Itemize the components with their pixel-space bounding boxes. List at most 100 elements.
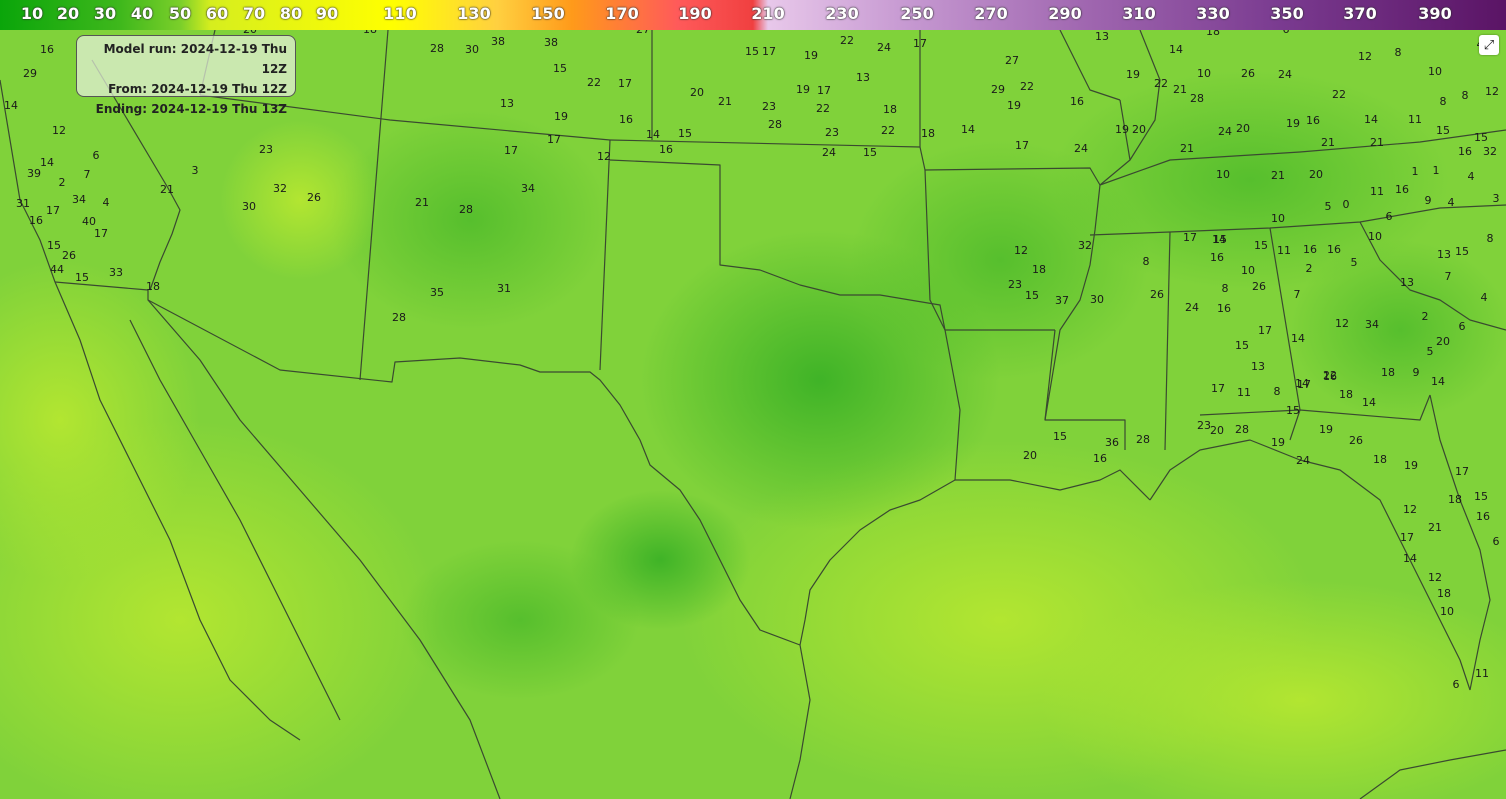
station-value-label: 13 <box>500 97 514 110</box>
station-value-label: 32 <box>273 182 287 195</box>
station-value-label: 18 <box>363 30 377 36</box>
scale-tick-label: 390 <box>1418 4 1452 23</box>
station-value-label: 34 <box>72 193 86 206</box>
from-text: From: 2024-12-19 Thu 12Z <box>108 82 287 96</box>
scale-tick-label: 150 <box>531 4 565 23</box>
station-value-label: 26 <box>1150 288 1164 301</box>
station-value-label: 7 <box>1294 288 1301 301</box>
station-value-label: 4 <box>103 196 110 209</box>
station-value-label: 10 <box>1428 65 1442 78</box>
station-value-label: 15 <box>1286 404 1300 417</box>
station-value-label: 14 <box>1431 375 1445 388</box>
station-value-label: 24 <box>877 41 891 54</box>
station-value-label: 29 <box>991 83 1005 96</box>
station-value-label: 2 <box>1422 310 1429 323</box>
station-value-label: 17 <box>1258 324 1272 337</box>
station-value-label: 22 <box>1332 88 1346 101</box>
station-value-label: 24 <box>1278 68 1292 81</box>
station-value-label: 19 <box>1319 423 1333 436</box>
station-value-label: 12 <box>1335 317 1349 330</box>
station-value-label: 2 <box>59 176 66 189</box>
station-value-label: 23 <box>825 126 839 139</box>
scale-tick-label: 50 <box>168 4 192 23</box>
station-value-label: 6 <box>93 149 100 162</box>
station-value-label: 17 <box>94 227 108 240</box>
station-value-label: 16 <box>1303 243 1317 256</box>
station-value-label: 20 <box>1210 424 1224 437</box>
station-value-label: 11 <box>1237 386 1251 399</box>
station-value-label: 13 <box>1400 276 1414 289</box>
station-value-label: 21 <box>718 95 732 108</box>
scale-tick-label: 310 <box>1122 4 1156 23</box>
station-value-label: 22 <box>816 102 830 115</box>
station-value-label: 24 <box>1296 454 1310 467</box>
scale-tick-label: 30 <box>93 4 117 23</box>
station-value-label: 3 <box>1493 192 1500 205</box>
scale-tick-label: 10 <box>20 4 44 23</box>
station-value-label: 16 <box>1217 302 1231 315</box>
station-value-label: 17 <box>1183 231 1197 244</box>
station-value-label: 12 <box>1358 50 1372 63</box>
station-value-label: 5 <box>1325 200 1332 213</box>
scale-tick-label: 110 <box>383 4 417 23</box>
station-value-label: 12 <box>1403 503 1417 516</box>
station-value-label: 17 <box>1400 531 1414 544</box>
station-value-label: 14 <box>1295 377 1309 390</box>
station-value-label: 17 <box>762 45 776 58</box>
station-value-label: 17 <box>547 133 561 146</box>
station-value-label: 15 <box>1213 233 1227 246</box>
station-value-label: 18 <box>1032 263 1046 276</box>
station-value-label: 26 <box>1241 67 1255 80</box>
station-value-label: 10 <box>1197 67 1211 80</box>
station-value-label: 11 <box>1277 244 1291 257</box>
station-value-label: 16 <box>1458 145 1472 158</box>
scale-tick-label: 40 <box>130 4 154 23</box>
weather-map[interactable]: 1820283038382715171922241713141868124161… <box>0 30 1506 799</box>
scale-tick-label: 370 <box>1343 4 1377 23</box>
station-value-label: 26 <box>1349 434 1363 447</box>
station-value-label: 14 <box>646 128 660 141</box>
station-value-label: 24 <box>822 146 836 159</box>
station-value-label: 9 <box>1413 366 1420 379</box>
expand-icon[interactable]: ⤢ <box>1479 35 1499 55</box>
station-value-label: 14 <box>1169 43 1183 56</box>
station-value-label: 18 <box>1339 388 1353 401</box>
station-value-label: 19 <box>1126 68 1140 81</box>
station-value-label: 28 <box>1190 92 1204 105</box>
scale-tick-label: 60 <box>205 4 229 23</box>
station-value-label: 10 <box>1368 230 1382 243</box>
station-value-label: 8 <box>1395 46 1402 59</box>
station-value-label: 14 <box>1403 552 1417 565</box>
station-value-label: 38 <box>544 36 558 49</box>
station-value-label: 19 <box>796 83 810 96</box>
station-value-label: 16 <box>1070 95 1084 108</box>
station-value-label: 10 <box>1216 168 1230 181</box>
station-value-label: 18 <box>146 280 160 293</box>
station-value-label: 11 <box>1370 185 1384 198</box>
station-value-label: 34 <box>521 182 535 195</box>
model-run-info-box: Model run: 2024-12-19 Thu 12Z From: 2024… <box>76 35 296 116</box>
station-value-label: 22 <box>1020 80 1034 93</box>
station-value-label: 6 <box>1283 30 1290 36</box>
station-value-label: 21 <box>1428 521 1442 534</box>
station-value-label: 20 <box>690 86 704 99</box>
station-value-label: 16 <box>40 43 54 56</box>
station-value-label: 19 <box>1115 123 1129 136</box>
station-value-label: 2 <box>1306 262 1313 275</box>
station-value-label: 13 <box>856 71 870 84</box>
station-value-label: 1 <box>1412 165 1419 178</box>
station-value-label: 20 <box>1309 168 1323 181</box>
station-value-label: 16 <box>1327 243 1341 256</box>
station-value-label: 21 <box>415 196 429 209</box>
station-value-label: 18 <box>883 103 897 116</box>
station-value-label: 14 <box>1291 332 1305 345</box>
station-value-label: 13 <box>1251 360 1265 373</box>
station-value-label: 15 <box>1254 239 1268 252</box>
scale-tick-label: 130 <box>457 4 491 23</box>
station-value-label: 36 <box>1105 436 1119 449</box>
station-value-label: 10 <box>1271 212 1285 225</box>
station-value-label: 19 <box>1007 99 1021 112</box>
station-value-label: 9 <box>1425 194 1432 207</box>
station-value-label: 23 <box>1197 419 1211 432</box>
station-value-label: 19 <box>1286 117 1300 130</box>
